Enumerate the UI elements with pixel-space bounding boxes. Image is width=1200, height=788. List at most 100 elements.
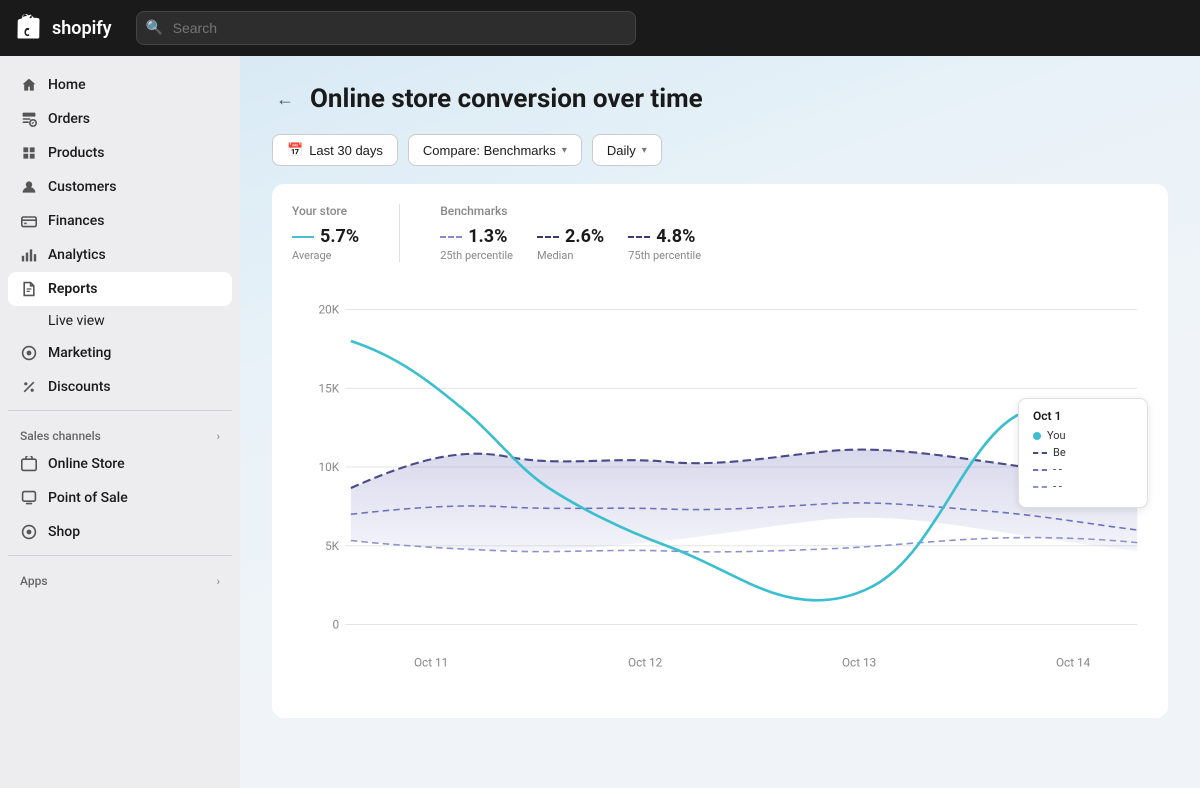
your-store-label: Your store xyxy=(292,204,359,218)
median-label: Median xyxy=(537,249,604,262)
back-button[interactable]: ← xyxy=(272,87,298,112)
p75-value: 4.8% xyxy=(656,226,695,247)
p25-label: 25th percentile xyxy=(440,249,513,262)
filters-bar: 📅 Last 30 days Compare: Benchmarks ▾ Dai… xyxy=(272,134,1168,166)
app-body: Home Orders Products Customers xyxy=(0,56,1200,788)
sidebar-item-discounts[interactable]: Discounts xyxy=(8,370,232,404)
solid-line-icon xyxy=(292,236,314,238)
sidebar-item-home[interactable]: Home xyxy=(8,68,232,102)
p25-value: 1.3% xyxy=(468,226,507,247)
tooltip-benchmark-1-label: Be xyxy=(1053,446,1066,459)
point-of-sale-icon xyxy=(20,489,38,507)
apps-label: Apps xyxy=(20,574,48,588)
sales-channels-chevron-icon: › xyxy=(217,430,220,443)
svg-text:10K: 10K xyxy=(318,460,339,474)
shopify-logo-icon xyxy=(16,14,44,42)
home-icon xyxy=(20,76,38,94)
sidebar-label-home: Home xyxy=(48,77,86,93)
interval-label: Daily xyxy=(607,143,636,158)
tooltip-benchmark-1-icon xyxy=(1033,452,1047,454)
sidebar-item-customers[interactable]: Customers xyxy=(8,170,232,204)
sidebar-item-live-view[interactable]: Live view xyxy=(8,306,232,336)
brand-name: shopify xyxy=(52,18,112,39)
shopify-logo: shopify xyxy=(16,14,112,42)
p75-label: 75th percentile xyxy=(628,249,701,262)
apps-section[interactable]: Apps › xyxy=(8,562,232,592)
page-title: Online store conversion over time xyxy=(310,84,703,114)
discounts-icon xyxy=(20,378,38,396)
average-label: Average xyxy=(292,249,359,262)
tooltip-benchmark-1: Be xyxy=(1033,446,1133,459)
interval-chevron-icon: ▾ xyxy=(642,145,647,156)
calendar-icon: 📅 xyxy=(287,142,303,158)
your-store-legend: Your store 5.7% Average xyxy=(292,204,359,262)
sidebar-item-shop[interactable]: Shop xyxy=(8,515,232,549)
svg-text:15K: 15K xyxy=(318,382,339,396)
sidebar-label-reports: Reports xyxy=(48,281,98,297)
date-range-filter[interactable]: 📅 Last 30 days xyxy=(272,134,398,166)
sidebar-item-finances[interactable]: Finances xyxy=(8,204,232,238)
sidebar-item-online-store[interactable]: Online Store xyxy=(8,447,232,481)
page-header: ← Online store conversion over time xyxy=(272,84,1168,114)
tooltip-your-store-icon xyxy=(1033,432,1041,440)
analytics-icon xyxy=(20,246,38,264)
sales-channels-section[interactable]: Sales channels › xyxy=(8,417,232,447)
compare-filter[interactable]: Compare: Benchmarks ▾ xyxy=(408,134,582,166)
chart-svg-wrapper: 20K 15K 10K 5K 0 xyxy=(292,278,1148,698)
dashed-line-median-icon xyxy=(537,236,559,238)
sidebar-label-finances: Finances xyxy=(48,213,104,229)
compare-chevron-icon: ▾ xyxy=(562,145,567,156)
legend-p75: 4.8% 75th percentile xyxy=(628,226,701,262)
sidebar-label-marketing: Marketing xyxy=(48,345,111,361)
sidebar-label-analytics: Analytics xyxy=(48,247,106,263)
svg-text:5K: 5K xyxy=(325,539,340,553)
tooltip-benchmark-3: - - xyxy=(1033,480,1133,493)
shop-icon xyxy=(20,523,38,541)
sidebar-item-products[interactable]: Products xyxy=(8,136,232,170)
chart-tooltip: Oct 1 You Be - - - - xyxy=(1018,398,1148,508)
tooltip-benchmark-2-icon xyxy=(1033,469,1047,471)
products-icon xyxy=(20,144,38,162)
tooltip-your-store: You xyxy=(1033,429,1133,442)
median-value: 2.6% xyxy=(565,226,604,247)
sidebar-item-analytics[interactable]: Analytics xyxy=(8,238,232,272)
dashed-line-p25-icon xyxy=(440,236,462,238)
online-store-icon xyxy=(20,455,38,473)
orders-icon xyxy=(20,110,38,128)
legend-separator xyxy=(399,204,400,262)
tooltip-benchmark-2-label: - - xyxy=(1053,463,1062,476)
sidebar-label-orders: Orders xyxy=(48,111,90,127)
benchmarks-legend: Benchmarks 1.3% 25th percentile xyxy=(440,204,701,262)
dashed-line-p75-icon xyxy=(628,236,650,238)
sales-channels-label: Sales channels xyxy=(20,429,101,443)
svg-text:20K: 20K xyxy=(318,303,339,317)
svg-text:0: 0 xyxy=(332,618,339,632)
sidebar-item-reports[interactable]: Reports xyxy=(8,272,232,306)
tooltip-benchmark-3-icon xyxy=(1033,486,1047,488)
reports-icon xyxy=(20,280,38,298)
search-input[interactable] xyxy=(136,11,636,45)
sidebar-item-marketing[interactable]: Marketing xyxy=(8,336,232,370)
svg-text:Oct 12: Oct 12 xyxy=(628,656,663,670)
interval-filter[interactable]: Daily ▾ xyxy=(592,134,662,166)
chart-legend: Your store 5.7% Average Benchmarks xyxy=(292,204,1148,262)
sidebar-label-online-store: Online Store xyxy=(48,456,125,472)
svg-text:Oct 14: Oct 14 xyxy=(1056,656,1091,670)
sidebar-label-discounts: Discounts xyxy=(48,379,111,395)
legend-average: 5.7% Average xyxy=(292,226,359,262)
legend-p25: 1.3% 25th percentile xyxy=(440,226,513,262)
average-value: 5.7% xyxy=(320,226,359,247)
sidebar-label-products: Products xyxy=(48,145,105,161)
svg-text:Oct 11: Oct 11 xyxy=(414,656,448,670)
search-icon: 🔍 xyxy=(146,20,163,36)
sidebar-item-point-of-sale[interactable]: Point of Sale xyxy=(8,481,232,515)
sidebar-label-customers: Customers xyxy=(48,179,116,195)
sidebar-label-live-view: Live view xyxy=(48,313,105,329)
sidebar-label-shop: Shop xyxy=(48,524,80,540)
main-content: ← Online store conversion over time 📅 La… xyxy=(240,56,1200,788)
sidebar-label-point-of-sale: Point of Sale xyxy=(48,490,128,506)
sidebar-item-orders[interactable]: Orders xyxy=(8,102,232,136)
top-nav: shopify 🔍 xyxy=(0,0,1200,56)
sidebar-divider-1 xyxy=(8,410,232,411)
apps-chevron-icon: › xyxy=(217,575,220,588)
